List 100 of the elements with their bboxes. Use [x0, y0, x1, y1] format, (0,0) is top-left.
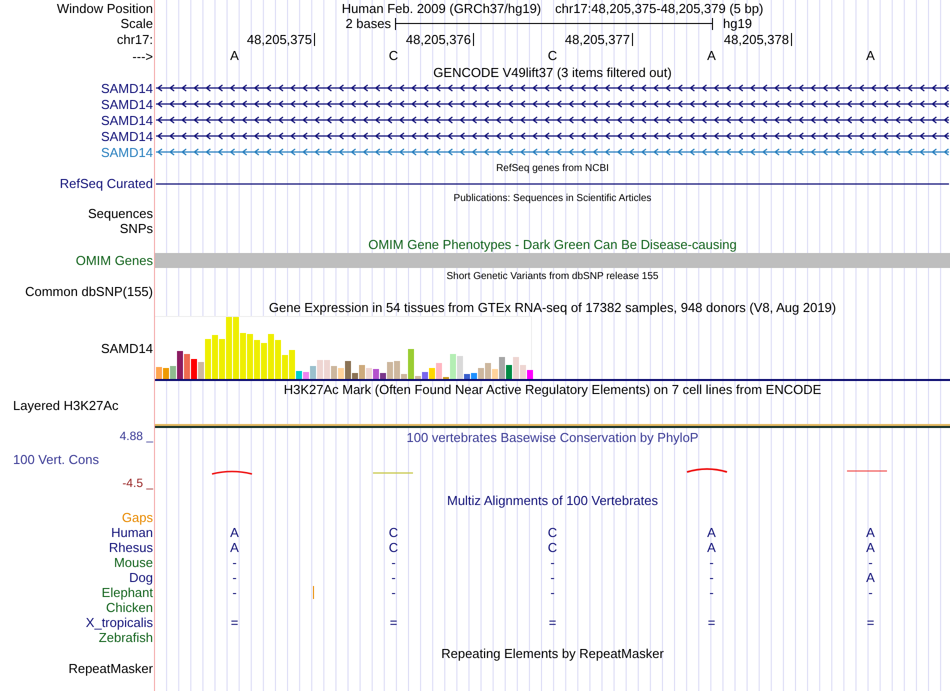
expression-bar[interactable] [331, 366, 337, 379]
alignment-base: A [707, 526, 716, 540]
expression-bar[interactable] [352, 373, 358, 379]
expression-bar[interactable] [415, 376, 421, 379]
expression-bar[interactable] [464, 374, 470, 379]
expression-bar[interactable] [359, 365, 365, 379]
species-label[interactable]: Chicken [106, 600, 153, 615]
base-letter: A [707, 49, 716, 63]
expression-bar[interactable] [380, 373, 386, 379]
species-label[interactable]: Elephant [102, 585, 153, 600]
expression-bar[interactable] [219, 339, 225, 379]
expression-bar[interactable] [499, 357, 505, 379]
expression-bar[interactable] [303, 372, 309, 379]
track-label[interactable]: SAMD14 [100, 340, 153, 356]
expression-bar[interactable] [373, 369, 379, 379]
expression-bar[interactable] [387, 362, 393, 379]
axis-max-label: 4.88 _ [118, 429, 153, 444]
expression-bar[interactable] [492, 369, 498, 379]
alignment-base: = [708, 616, 716, 630]
expression-bar[interactable] [506, 365, 512, 379]
alignment-base: A [866, 570, 875, 584]
expression-bar[interactable] [233, 317, 239, 379]
alignment-base: = [390, 616, 398, 630]
track-label[interactable]: 100 Vert. Cons [0, 452, 153, 467]
base-letter: A [866, 49, 875, 63]
expression-bar[interactable] [240, 333, 246, 379]
expression-bar[interactable] [289, 350, 295, 379]
species-label[interactable]: Mouse [114, 555, 153, 570]
expression-bar[interactable] [170, 366, 176, 379]
expression-bar[interactable] [366, 368, 372, 379]
species-label[interactable]: Rhesus [108, 540, 153, 555]
species-label[interactable]: Human [111, 525, 153, 540]
track-label[interactable]: RefSeq Curated [60, 176, 153, 190]
alignment-base: A [707, 540, 716, 554]
expression-bar[interactable] [422, 372, 428, 379]
expression-bar[interactable] [198, 362, 204, 379]
track-label[interactable]: Sequences [88, 206, 153, 221]
expression-bar[interactable] [317, 360, 323, 379]
track-title: OMIM Gene Phenotypes - Dark Green Can Be Disease-causing [368, 236, 737, 252]
track-label[interactable]: SAMD14 [100, 128, 153, 144]
expression-bar[interactable] [485, 363, 491, 379]
alignment-base: - [232, 586, 237, 600]
track-label[interactable]: RepeatMasker [68, 661, 153, 676]
expression-bar[interactable] [436, 363, 442, 379]
species-label[interactable]: Dog [129, 570, 153, 585]
expression-bar[interactable] [261, 343, 267, 379]
track-label[interactable]: Common dbSNP(155) [25, 284, 153, 299]
omim-gene-bar[interactable] [155, 252, 950, 268]
expression-bar[interactable] [184, 354, 190, 379]
expression-bar[interactable] [513, 357, 519, 379]
scale-assembly: hg19 [723, 16, 752, 31]
expression-bar[interactable] [282, 355, 288, 379]
expression-bar[interactable] [457, 356, 463, 379]
track-title: H3K27Ac Mark (Often Found Near Active Regulatory Elements) on 7 cell lines from ENCODE [284, 382, 822, 397]
alignment-base: A [866, 526, 875, 540]
track-title: GENCODE V49lift37 (3 items filtered out) [433, 64, 672, 80]
expression-bar[interactable] [296, 371, 302, 379]
expression-bar[interactable] [205, 339, 211, 379]
expression-bar[interactable] [156, 367, 162, 379]
expression-bar[interactable] [254, 340, 260, 379]
base-letter: C [388, 49, 398, 63]
alignment-base: A [230, 526, 239, 540]
expression-bar[interactable] [345, 361, 351, 379]
expression-bar[interactable] [268, 334, 274, 379]
expression-bar[interactable] [471, 373, 477, 379]
track-title: Gene Expression in 54 tissues from GTEx RNA-seq of 17382 samples, 948 donors (V8, Aug 2019) [268, 300, 836, 314]
track-label[interactable]: SNPs [120, 221, 153, 236]
track-label[interactable]: OMIM Genes [76, 252, 153, 268]
expression-bar[interactable] [226, 317, 232, 379]
expression-bar[interactable] [275, 340, 281, 379]
expression-bar[interactable] [520, 365, 526, 379]
alignment-base: A [230, 540, 239, 554]
expression-bar[interactable] [401, 374, 407, 379]
track-label[interactable]: SAMD14 [100, 144, 153, 160]
track-label[interactable]: SAMD14 [100, 112, 153, 128]
alignment-base: - [391, 556, 396, 570]
expression-bar[interactable] [478, 368, 484, 379]
expression-bar[interactable] [324, 360, 330, 379]
expression-bar[interactable] [429, 368, 435, 379]
track-title: 100 vertebrates Basewise Conservation by PhyloP [406, 430, 698, 445]
ruler-tick: 48,205,378 [724, 33, 792, 46]
row-label: Window Position [56, 0, 153, 16]
expression-bar[interactable] [450, 354, 456, 379]
base-letter: A [230, 49, 239, 63]
expression-bar[interactable] [247, 334, 253, 379]
expression-bar[interactable] [394, 361, 400, 379]
species-label[interactable]: Zebrafish [98, 630, 153, 645]
track-label[interactable]: SAMD14 [100, 96, 153, 112]
expression-bar[interactable] [527, 370, 533, 379]
track-title: Publications: Sequences in Scientific Articles [454, 192, 652, 206]
species-label[interactable]: X_tropicalis [86, 615, 153, 630]
track-label[interactable]: SAMD14 [100, 80, 153, 96]
track-label[interactable]: Layered H3K27Ac [13, 398, 119, 413]
expression-bar[interactable] [338, 368, 344, 379]
expression-bar[interactable] [212, 335, 218, 379]
expression-bar[interactable] [177, 351, 183, 379]
expression-bar[interactable] [191, 359, 197, 379]
expression-bar[interactable] [310, 366, 316, 379]
expression-bar[interactable] [408, 349, 414, 379]
expression-bar[interactable] [163, 368, 169, 379]
